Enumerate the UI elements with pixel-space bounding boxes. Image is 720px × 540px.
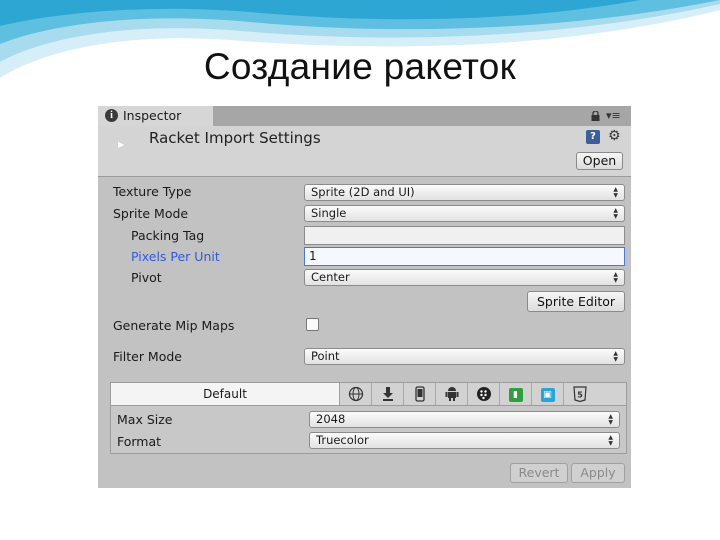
tab-default-platform[interactable]: Default	[111, 383, 340, 405]
dropdown-caret-icon: ▲ ▼	[608, 413, 613, 426]
sprite-editor-button[interactable]: Sprite Editor	[527, 291, 625, 312]
html5-icon[interactable]: 5	[564, 383, 596, 405]
format-dropdown[interactable]: Truecolor ▲ ▼	[309, 432, 620, 449]
dropdown-caret-icon: ▲ ▼	[613, 271, 618, 284]
tab-inspector[interactable]: i Inspector	[98, 106, 213, 126]
info-icon: i	[105, 109, 118, 122]
apply-button[interactable]: Apply	[571, 463, 625, 483]
packing-tag-label: Packing Tag	[131, 228, 205, 243]
format-label: Format	[117, 434, 162, 449]
texture-type-label: Texture Type	[113, 184, 192, 199]
max-size-value: 2048	[316, 412, 346, 426]
ios-icon[interactable]	[404, 383, 436, 405]
blackberry-icon[interactable]	[468, 383, 500, 405]
generate-mip-maps-label: Generate Mip Maps	[113, 318, 235, 333]
svg-text:5: 5	[577, 391, 583, 400]
tab-inspector-label: Inspector	[123, 108, 182, 123]
slide-title: Создание ракеток	[203, 46, 517, 87]
format-value: Truecolor	[316, 433, 369, 447]
revert-button[interactable]: Revert	[510, 463, 568, 483]
dropdown-caret-icon: ▲ ▼	[613, 207, 618, 220]
inspector-tabbar: i Inspector ▾≡	[98, 106, 631, 126]
asset-title: Racket Import Settings	[149, 129, 321, 147]
packing-tag-input[interactable]	[304, 226, 625, 245]
max-size-label: Max Size	[117, 412, 173, 427]
platform-tabs: Default ▮ ▣ 5	[111, 383, 626, 406]
generate-mip-maps-checkbox[interactable]	[306, 318, 319, 331]
platform-settings: Default ▮ ▣ 5 Max Size 2048 ▲ ▼ Format T…	[110, 382, 627, 454]
pixels-per-unit-input[interactable]: 1	[304, 247, 625, 266]
windows-phone-icon[interactable]: ▣	[532, 383, 564, 405]
lock-icon[interactable]	[591, 111, 600, 121]
pivot-label: Pivot	[131, 270, 162, 285]
download-icon[interactable]	[372, 383, 404, 405]
pivot-value: Center	[311, 270, 350, 284]
foldout-arrow-icon[interactable]: ▶	[118, 140, 124, 149]
pixels-per-unit-label: Pixels Per Unit	[131, 249, 220, 264]
open-button[interactable]: Open	[576, 152, 623, 170]
max-size-dropdown[interactable]: 2048 ▲ ▼	[309, 411, 620, 428]
gear-icon[interactable]: ⚙	[608, 128, 621, 144]
globe-icon[interactable]	[340, 383, 372, 405]
filter-mode-value: Point	[311, 349, 340, 363]
dropdown-caret-icon: ▲ ▼	[608, 434, 613, 447]
dropdown-caret-icon: ▲ ▼	[613, 350, 618, 363]
windows-store-icon[interactable]: ▮	[500, 383, 532, 405]
android-icon[interactable]	[436, 383, 468, 405]
asset-header: ▶ Racket Import Settings ? ⚙ Open	[98, 126, 631, 177]
sprite-mode-value: Single	[311, 206, 347, 220]
help-icon[interactable]: ?	[586, 130, 600, 144]
inspector-panel: i Inspector ▾≡ ▶ Racket Import Settings …	[98, 106, 631, 488]
pivot-dropdown[interactable]: Center ▲ ▼	[304, 269, 625, 286]
texture-type-dropdown[interactable]: Sprite (2D and UI) ▲ ▼	[304, 184, 625, 201]
dropdown-caret-icon: ▲ ▼	[613, 186, 618, 199]
filter-mode-dropdown[interactable]: Point ▲ ▼	[304, 348, 625, 365]
context-menu-icon[interactable]: ▾≡	[606, 110, 626, 122]
texture-type-value: Sprite (2D and UI)	[311, 185, 415, 199]
sprite-mode-dropdown[interactable]: Single ▲ ▼	[304, 205, 625, 222]
filter-mode-label: Filter Mode	[113, 349, 182, 364]
sprite-mode-label: Sprite Mode	[113, 206, 189, 221]
